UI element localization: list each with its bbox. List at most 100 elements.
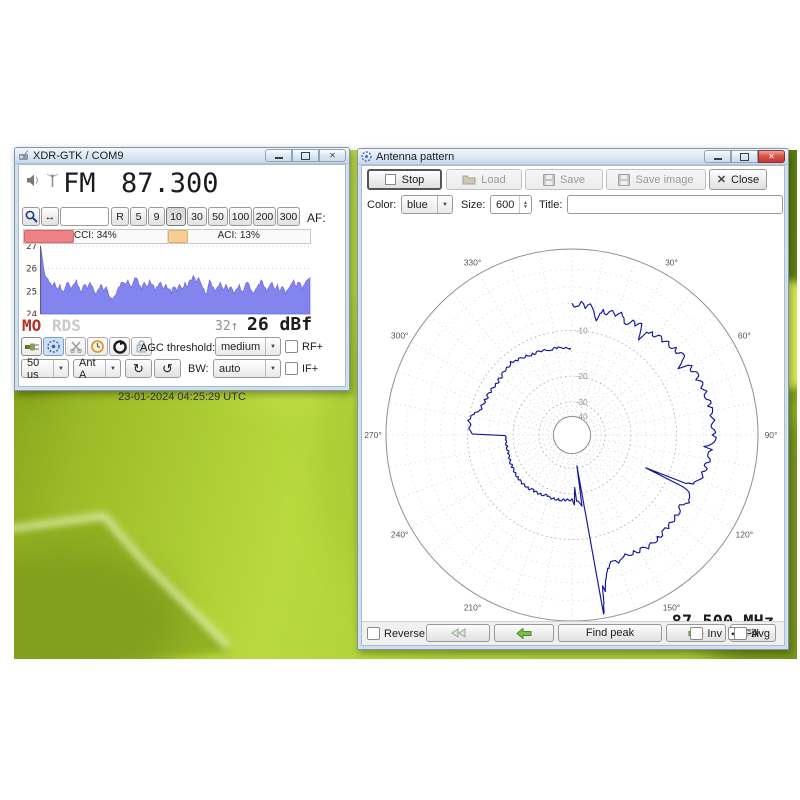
connect-button[interactable] — [21, 337, 42, 356]
save-image-button[interactable]: Save image — [606, 169, 706, 190]
find-peak-button[interactable]: Find peak — [558, 624, 662, 642]
bw-label: BW: — [188, 363, 209, 375]
minimize-button[interactable] — [704, 150, 731, 163]
agc-label: AGC threshold: — [140, 342, 215, 354]
maximize-button[interactable] — [731, 150, 758, 163]
angle-label: 30° — [665, 258, 678, 268]
stereo-indicator: MO — [22, 316, 41, 335]
chevron-down-icon: ▼ — [53, 360, 68, 377]
signal-area — [41, 248, 310, 314]
angle-label: 270° — [364, 430, 382, 440]
angle-label: 60° — [738, 331, 751, 341]
close-pattern-button[interactable]: ✕Close — [709, 169, 767, 190]
antenna-content: Stop Load Save Save image ✕Close Color: … — [361, 165, 785, 646]
if-checkbox[interactable]: IF+ — [285, 362, 318, 375]
left-arrow-icon — [516, 628, 532, 639]
antenna-dropdown[interactable]: Ant A▼ — [73, 359, 121, 378]
step-button-50[interactable]: 50 — [208, 207, 228, 226]
step-button-5[interactable]: 5 — [130, 207, 147, 226]
step-button-10[interactable]: 10 — [166, 207, 186, 226]
close-button[interactable]: ✕ — [758, 150, 785, 163]
cci-bar: CCI: 34% — [24, 230, 168, 243]
close-x-icon: ✕ — [717, 173, 726, 186]
aci-label: ACI: 13% — [168, 230, 311, 241]
agc-dropdown[interactable]: medium▼ — [215, 337, 281, 356]
minimize-icon — [714, 158, 722, 160]
cut-button[interactable] — [65, 337, 86, 356]
signal-graph[interactable]: 27262524 — [21, 244, 311, 316]
avg-checkbox-box — [734, 627, 747, 640]
maximize-icon — [740, 153, 749, 161]
angle-label: 240° — [391, 530, 409, 540]
af-label: AF: — [307, 211, 326, 225]
signal-axis-tick: 26 — [26, 265, 37, 275]
step-button-300[interactable]: 300 — [277, 207, 300, 226]
step-button-R[interactable]: R — [111, 207, 129, 226]
close-icon: ✕ — [768, 152, 775, 161]
maximize-button[interactable] — [292, 149, 319, 162]
chevron-down-icon: ▼ — [437, 196, 452, 213]
mode-display: FM — [63, 168, 96, 199]
size-label: Size: — [461, 199, 485, 211]
step-back-button[interactable] — [494, 624, 554, 642]
reverse-checkbox-box — [367, 627, 380, 640]
double-left-arrow-icon — [450, 628, 466, 638]
antenna-icon[interactable] — [46, 173, 59, 188]
color-dropdown[interactable]: blue▼ — [401, 195, 453, 214]
load-button[interactable]: Load — [446, 169, 522, 190]
polar-plot[interactable]: 30°60°90°120°150°180°210°240°270°300°330… — [362, 221, 790, 629]
step-button-9[interactable]: 9 — [148, 207, 165, 226]
rotation-icon — [113, 340, 127, 354]
step-button-200[interactable]: 200 — [253, 207, 276, 226]
save-image-icon — [618, 174, 630, 186]
rf-checkbox[interactable]: RF+ — [285, 340, 323, 353]
window-title: Antenna pattern — [376, 151, 454, 163]
rotate-ccw-icon: ↺ — [162, 361, 173, 377]
scheduler-button[interactable] — [87, 337, 108, 356]
speaker-icon[interactable] — [26, 173, 41, 188]
rotate-cw-icon: ↻ — [133, 361, 144, 377]
spinner-arrows-icon[interactable]: ▲▼ — [519, 196, 531, 213]
rotator-button[interactable] — [109, 337, 130, 356]
minimize-button[interactable] — [265, 149, 292, 162]
chevron-down-icon: ▼ — [265, 338, 280, 355]
radial-db-label: -10 — [576, 326, 588, 335]
deemphasis-dropdown[interactable]: 50 us▼ — [21, 359, 69, 378]
tuner-titlebar[interactable]: XDR-GTK / COM9 ✕ — [15, 148, 349, 164]
rds-spy-button[interactable] — [43, 337, 64, 356]
stop-button[interactable]: Stop — [367, 169, 442, 190]
size-spinner[interactable]: 600▲▼ — [490, 195, 532, 214]
signal-axis-tick: 25 — [26, 287, 37, 297]
stop-icon — [385, 174, 396, 185]
rotate-ccw-button[interactable]: ↺ — [154, 359, 181, 378]
swap-button[interactable]: ↔ — [41, 207, 59, 226]
broadcast-icon — [47, 340, 60, 353]
reverse-checkbox[interactable]: Reverse — [367, 627, 425, 640]
signal-axis-tick: 27 — [26, 244, 37, 252]
app-icon — [361, 151, 372, 162]
scan-button[interactable] — [22, 207, 40, 226]
step-button-100[interactable]: 100 — [229, 207, 252, 226]
color-label: Color: — [367, 199, 396, 211]
rotate-cw-button[interactable]: ↻ — [125, 359, 152, 378]
avg-checkbox[interactable]: Avg — [734, 627, 770, 640]
inv-checkbox[interactable]: Inv — [690, 627, 722, 640]
step-button-30[interactable]: 30 — [187, 207, 207, 226]
save-button[interactable]: Save — [525, 169, 603, 190]
if-checkbox-box — [285, 362, 298, 375]
angle-label: 300° — [391, 331, 409, 341]
antenna-titlebar[interactable]: Antenna pattern ✕ — [358, 149, 788, 165]
save-icon — [543, 174, 555, 186]
pattern-bottom-bar: Reverse Find peak Inv ✓Fill Avg — [362, 621, 784, 645]
radial-db-label: -30 — [576, 398, 588, 407]
close-button[interactable]: ✕ — [319, 149, 346, 162]
pattern-title-label: Title: — [539, 199, 562, 211]
radial-db-label: -40 — [576, 412, 588, 421]
frequency-input[interactable] — [60, 207, 109, 226]
angle-label: 90° — [765, 430, 778, 440]
skip-back-button[interactable] — [426, 624, 490, 642]
antenna-trace — [468, 301, 717, 614]
status-bar: 23-01-2024 04:25:29 UTC — [19, 391, 345, 403]
bw-dropdown[interactable]: auto▼ — [213, 359, 281, 378]
pattern-title-input[interactable] — [567, 195, 783, 214]
